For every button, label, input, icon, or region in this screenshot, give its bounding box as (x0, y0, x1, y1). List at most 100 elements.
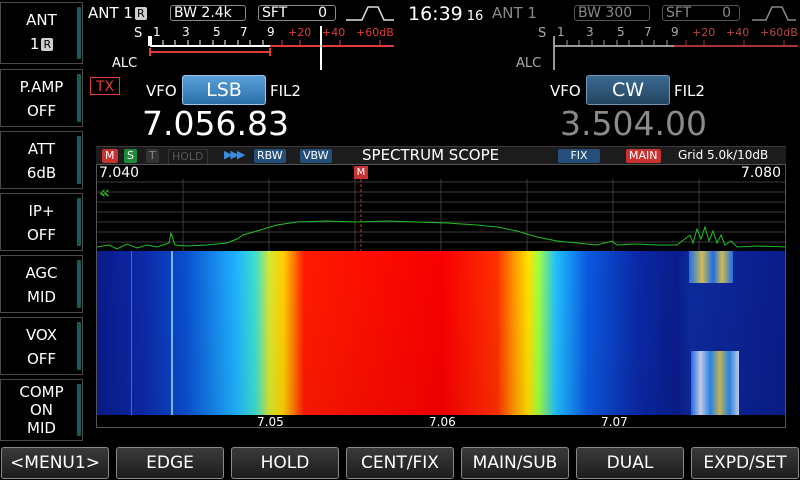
sidebar-accent (77, 384, 81, 436)
spectrum-scope[interactable]: 7.040 7.080 M « 7.05 7.06 7.07 (96, 164, 786, 428)
spectrum-graph (97, 179, 785, 251)
scope-tick-label: 7.05 (257, 415, 284, 428)
sub-sft-label: SFT (666, 5, 692, 21)
meter-mark: 3 (182, 25, 190, 39)
sub-meter-mark: 7 (644, 25, 652, 39)
sub-sft-value: 0 (722, 5, 731, 21)
scope-tick-label: 7.06 (429, 415, 456, 428)
main-s-meter: S 1 3 5 7 9 +20 +40 +60dB (134, 25, 394, 70)
menu1-button[interactable]: <MENU1> (1, 447, 109, 479)
sub-vfo-label: VFO (550, 82, 581, 100)
scope-main-tag[interactable]: MAIN (626, 149, 661, 163)
main-sft-field[interactable]: SFT 0 (258, 5, 336, 21)
main-frequency[interactable]: 7.056.83 (142, 104, 289, 143)
sub-meter-plus-mark: +20 (692, 26, 715, 39)
meter-s-label: S (134, 26, 142, 41)
sub-meter-plus-mark: +60dB (760, 26, 798, 39)
sub-ant-label[interactable]: ANT 1 (492, 4, 537, 22)
sidebar-accent (77, 7, 81, 59)
sidebar-pamp-button[interactable]: P.AMP OFF (0, 69, 83, 127)
meter-mark: 1 (153, 25, 161, 39)
scope-grid-label: Grid 5.0k/10dB (678, 148, 769, 162)
sub-fil-label: FIL2 (674, 82, 705, 100)
sub-filter-shape-icon (752, 6, 796, 21)
sidebar-ant-label: ANT (26, 11, 57, 29)
meter-mark: 5 (213, 25, 221, 39)
antenna-r-badge: R (41, 38, 54, 51)
main-sub-button[interactable]: MAIN/SUB (461, 447, 569, 479)
sub-alc-label: ALC (516, 56, 542, 71)
sidebar-comp-label: COMP (19, 383, 64, 401)
expd-set-button[interactable]: EXPD/SET (691, 447, 799, 479)
meter-plus-mark: +40 (322, 26, 345, 39)
hold-button[interactable]: HOLD (231, 447, 339, 479)
dual-button[interactable]: DUAL (576, 447, 684, 479)
sub-sft-field[interactable]: SFT 0 (662, 5, 740, 21)
meter-mark: 9 (267, 25, 275, 39)
sidebar-accent (77, 198, 81, 246)
meter-plus-mark: +60dB (356, 26, 394, 39)
main-mode-button[interactable]: LSB (182, 75, 266, 105)
sidebar-ant-button[interactable]: ANT 1R (0, 2, 83, 64)
main-ant-text: ANT 1 (88, 4, 133, 22)
clock-seconds: 16 (466, 9, 484, 24)
scope-axis: 7.05 7.06 7.07 (97, 415, 785, 428)
main-bw-value: 2.4k (201, 5, 232, 21)
meter-mark: 7 (240, 25, 248, 39)
main-sft-value: 0 (318, 5, 327, 21)
sub-bw-value: 300 (605, 5, 633, 21)
main-ant-label[interactable]: ANT 1R (88, 4, 147, 22)
sidebar-accent (77, 322, 81, 370)
sub-meter-mark: 9 (671, 25, 679, 39)
main-fil-label: FIL2 (270, 82, 301, 100)
sidebar-comp-value: MID (27, 419, 56, 437)
edge-button[interactable]: EDGE (116, 447, 224, 479)
scope-s-tag[interactable]: S (124, 149, 137, 163)
sidebar-ip-button[interactable]: IP+ OFF (0, 193, 83, 251)
sidebar-pamp-label: P.AMP (19, 78, 64, 96)
sidebar-ip-label: IP+ (28, 202, 55, 220)
sub-mode-button[interactable]: CW (586, 75, 670, 105)
sidebar-vox-button[interactable]: VOX OFF (0, 317, 83, 375)
sub-meter-plus-mark: +40 (726, 26, 749, 39)
scope-t-tag[interactable]: T (146, 149, 159, 163)
sidebar-comp-button[interactable]: COMP ON MID (0, 379, 83, 441)
scope-rbw-tag[interactable]: RBW (254, 149, 286, 163)
meter-plus-mark: +20 (288, 26, 311, 39)
cent-fix-button[interactable]: CENT/FIX (346, 447, 454, 479)
sub-meter-mark: 3 (586, 25, 594, 39)
scope-hold-tag[interactable]: HOLD (168, 149, 208, 165)
clock: 16:39 16 (408, 3, 483, 25)
scope-fix-tag[interactable]: FIX (558, 149, 600, 163)
sub-frequency[interactable]: 3.504.00 (560, 104, 707, 143)
sidebar-att-button[interactable]: ATT 6dB (0, 131, 83, 189)
sub-bw-label: BW (578, 5, 601, 21)
sidebar-vox-label: VOX (25, 326, 58, 344)
waterfall (97, 251, 785, 415)
sidebar-pamp-value: OFF (26, 102, 57, 120)
tx-indicator: TX (90, 77, 120, 95)
sidebar-att-label: ATT (27, 140, 56, 158)
scope-speed-icon: ▶▶▶ (224, 148, 245, 161)
scope-vbw-tag[interactable]: VBW (300, 149, 332, 163)
clock-time: 16:39 (408, 3, 463, 25)
sub-bw-field[interactable]: BW 300 (574, 5, 650, 21)
sidebar-vox-value: OFF (26, 350, 57, 368)
main-alc-label: ALC (112, 56, 138, 71)
scope-tick-label: 7.07 (601, 415, 628, 428)
main-vfo-label: VFO (146, 82, 177, 100)
scope-title: SPECTRUM SCOPE (362, 146, 500, 164)
sidebar-agc-label: AGC (25, 264, 58, 282)
filter-shape-icon (346, 6, 394, 21)
main-ant-r-badge: R (134, 7, 147, 20)
sidebar-ant-value: 1 (29, 35, 40, 53)
main-bw-field[interactable]: BW 2.4k (170, 5, 246, 21)
sub-s-meter: S 1 3 5 7 9 +20 +40 +60dB (538, 25, 798, 70)
sidebar-accent (77, 136, 81, 184)
scope-m-tag[interactable]: M (102, 149, 118, 163)
sidebar-ip-value: OFF (26, 226, 57, 244)
sidebar-agc-button[interactable]: AGC MID (0, 255, 83, 313)
scope-status-bar: M S T HOLD ▶▶▶ RBW VBW SPECTRUM SCOPE FI… (96, 146, 786, 165)
sub-meter-mark: 1 (557, 25, 565, 39)
sidebar-att-value: 6dB (26, 164, 57, 182)
